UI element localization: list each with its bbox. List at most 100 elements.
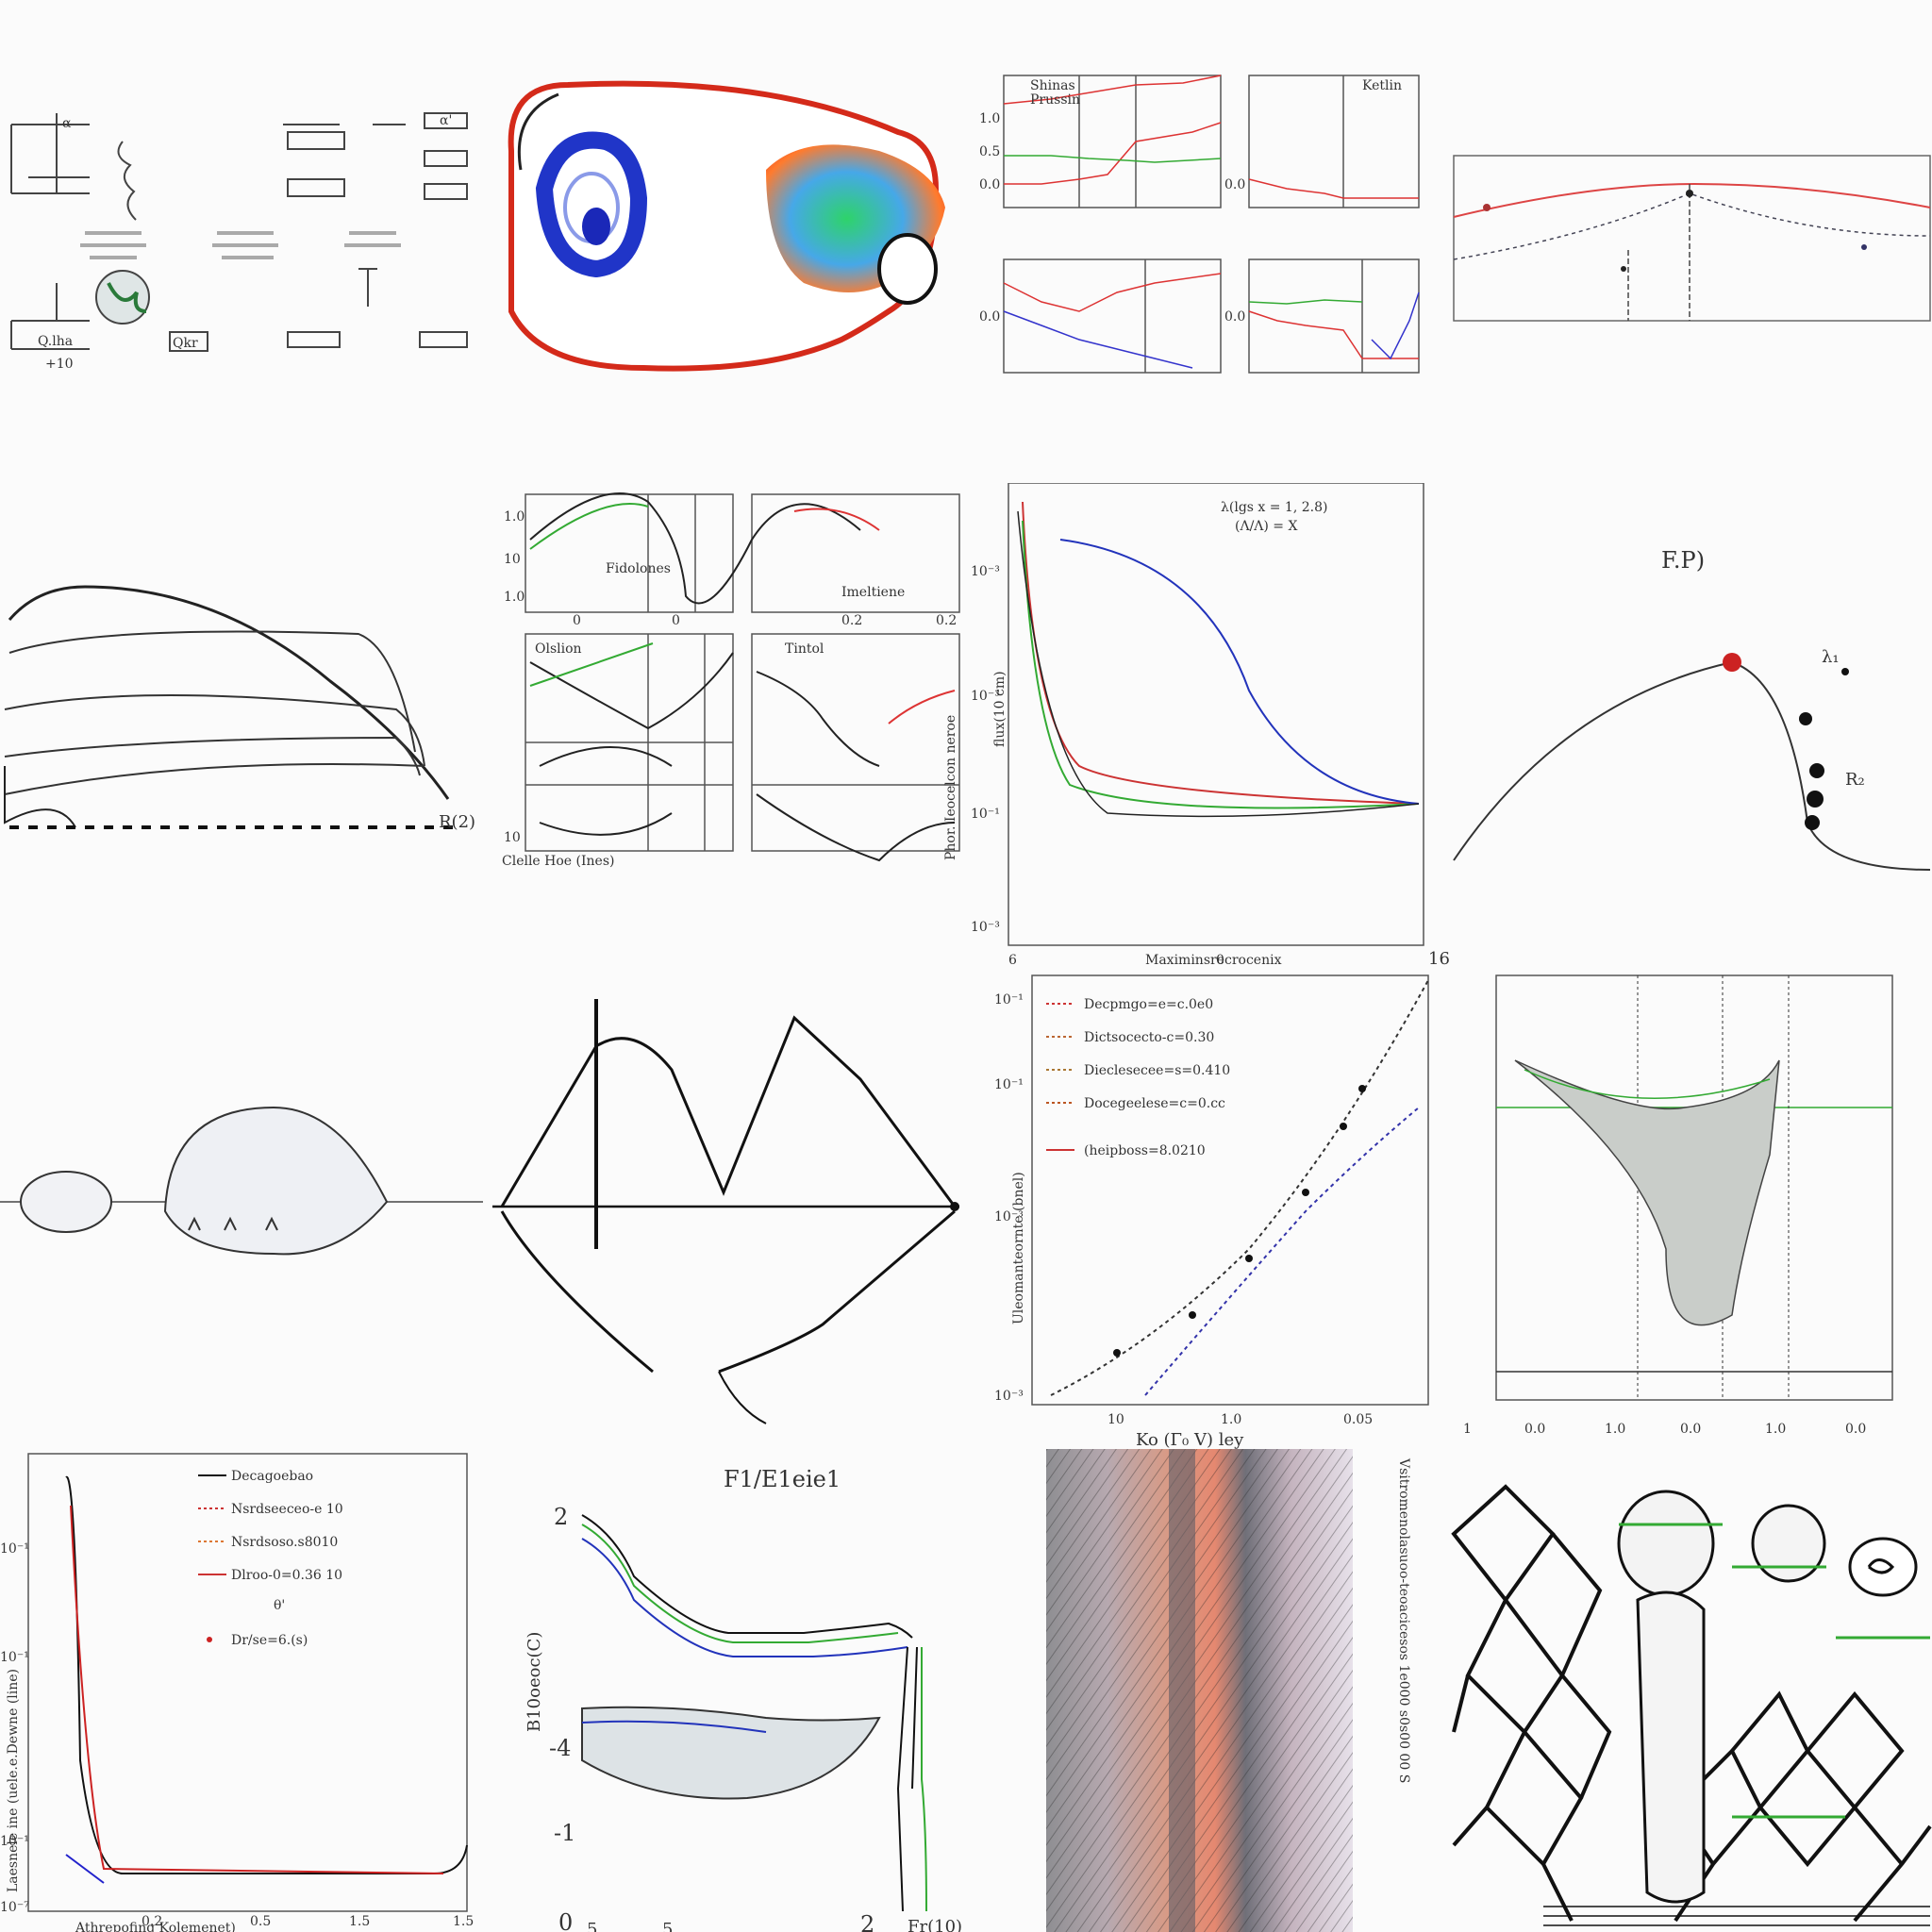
single-curve-panel-drawing [1453, 155, 1931, 322]
y-axis-label: Laesnele ine (uele.e.Dewne (line) [6, 1669, 21, 1892]
x-tick-3: 1.5 [349, 1914, 370, 1929]
axis-tick-5: 0.0 [979, 309, 1000, 325]
qkr-label: Qkr [173, 336, 198, 351]
colored-shape-tile [483, 0, 966, 483]
y-tick-2: -4 [549, 1735, 571, 1761]
legend-entry-5: (heipboss=8.0210 [1084, 1143, 1206, 1158]
panel-tick-3: 1.0 [504, 590, 525, 605]
x-axis-label: Ko (Γ₀ V) ley [1136, 1430, 1244, 1449]
x-tick-1: 5 [587, 1920, 597, 1932]
panel-tick-8: 10 [504, 830, 521, 845]
quad-curve-panels-tile: 1.0 10 1.0 0 0 0.2 0.2 10 Fidolones Imel… [483, 483, 966, 966]
legend-entry-3: Nsrdsoso.s8010 [231, 1535, 338, 1550]
image-mosaic: α α' Q.lha Qkr +10 Shinas Prussin Ketlin… [0, 0, 1932, 1932]
arc-label-2: R₂ [1845, 770, 1865, 790]
side-caption: Vsitromenolasuoo-teoacicesos 1e000 s0s00… [1396, 1457, 1411, 1783]
quad-curve-panels-drawing: 1.0 10 1.0 0 0 0.2 0.2 10 Fidolones Imel… [502, 492, 960, 869]
x-tick-1: 10 [1108, 1412, 1124, 1427]
panel-label-2: Imeltiene [841, 585, 905, 600]
y-tick-1: 10⁻¹ [994, 992, 1024, 1008]
x-tick-2: 0.5 [250, 1914, 271, 1929]
legend-entry-2: Dictsocecto-c=0.30 [1084, 1030, 1214, 1045]
y-axis-label: flux(10 cm) [992, 671, 1008, 747]
panel-label-1: Fidolones [606, 561, 671, 576]
log-decay-legend-plot-tile: Decagoebao Nsrdseeceo-e 10 Nsrdsoso.s801… [0, 1449, 483, 1932]
panel-tick-4: 0 [573, 613, 581, 628]
decay-log-plot-tile: λ(lgs x = 1, 2.8) (Λ/Λ) = X 10⁻³ 10⁻³ 10… [966, 483, 1449, 966]
band-curves-plot-drawing: F1/E1eie1 2 -4 -1 0 5 5 2 B10oeoc(C) Fr(… [525, 1466, 962, 1932]
x-tick-3: 2 [860, 1911, 874, 1932]
textured-image-drawing: Vsitromenolasuoo-teoacicesos 1e000 s0s00… [1046, 1449, 1411, 1932]
x-tick-3: 1.0 [1605, 1422, 1625, 1437]
decay-log-plot-drawing: λ(lgs x = 1, 2.8) (Λ/Λ) = X 10⁻³ 10⁻³ 10… [971, 483, 1449, 966]
x-tick-2: 5 [662, 1920, 673, 1932]
y-tick-3: 10⁻¹ [971, 807, 1000, 822]
panel-label-6: Phor. Ieocelcon neroe [943, 715, 958, 860]
outline-sketch-tile: R(2) [0, 483, 483, 966]
legend-entry-4: Docegeelese=c=0.cc [1084, 1096, 1225, 1111]
x-tick-1: 6 [1008, 953, 1017, 966]
legend-entry-1: Decagoebao [231, 1469, 313, 1484]
arc-with-points-tile: F.P) λ₁ R₂ [1449, 483, 1932, 966]
outline-sketch-drawing: R(2) [4, 585, 475, 832]
panel-tick-7: 0.2 [936, 613, 957, 628]
network-sketch-tile [1449, 1449, 1932, 1932]
y-tick-4: 10⁻³ [994, 1389, 1024, 1404]
blob-outline-drawing [0, 1106, 483, 1256]
sphere-icon [95, 270, 150, 325]
panel-label-3: Ketlin [1362, 78, 1402, 93]
legend-entry-6: Dr/se=6.(s) [231, 1633, 308, 1648]
y-tick-4: 10⁻⁷ [0, 1900, 29, 1915]
legend-entry-5: θ' [274, 1598, 285, 1613]
x-tick-6: 0.0 [1845, 1422, 1866, 1437]
multi-panel-traces-drawing: Shinas Prussin Ketlin 0.0 0.5 1.0 0.0 0.… [979, 75, 1420, 374]
panel-tick-5: 0 [672, 613, 680, 628]
panel-label-5: Clelle Hoe (Ines) [502, 854, 614, 869]
y-axis-label: Uleomanteornte (bnel) [1011, 1172, 1026, 1324]
panel-label-1: Shinas [1030, 78, 1075, 93]
schematic-blocks-tile: α α' Q.lha Qkr +10 [0, 0, 483, 483]
axis-tick-2: 0.5 [979, 144, 1000, 159]
zigzag-lines-drawing [492, 999, 959, 1424]
sketch-label: R(2) [439, 812, 475, 832]
plus-ten-label: +10 [45, 357, 74, 372]
panel-tick-1: 1.0 [504, 509, 525, 525]
network-sketch-drawing [1451, 1484, 1932, 1926]
schematic-blocks-drawing: α α' Q.lha Qkr +10 [10, 112, 468, 372]
x-tick-2: 1.0 [1221, 1412, 1241, 1427]
textured-image-tile: Vsitromenolasuoo-teoacicesos 1e000 s0s00… [966, 1449, 1449, 1932]
legend-entry-3: Dieclesecee=s=0.410 [1084, 1063, 1230, 1078]
single-curve-panel-tile [1449, 0, 1932, 483]
panel-tick-2: 10 [504, 552, 521, 567]
alpha-prime-label: α' [440, 113, 452, 128]
y-tick-1: 10⁻³ [971, 564, 1000, 579]
legend-entry-4: Dlroo-0=0.36 10 [231, 1568, 342, 1583]
x-tick-3: 16 [1428, 949, 1449, 966]
legend-entry-1: Decpmgo=e=c.0e0 [1084, 997, 1213, 1012]
plot-title: F1/E1eie1 [724, 1466, 841, 1492]
arc-with-points-drawing: F.P) λ₁ R₂ [1453, 547, 1931, 871]
axis-tick-4: 0.0 [1224, 177, 1245, 192]
panel-tick-6: 0.2 [841, 613, 862, 628]
arc-label-1: λ₁ [1822, 647, 1840, 667]
x-tick-4: 0.0 [1680, 1422, 1701, 1437]
y-tick-4: 0 [558, 1909, 573, 1932]
x-axis-label: Athrepofing Kolemenet) [75, 1921, 236, 1932]
x-axis-label: Fr(10) [908, 1917, 962, 1932]
alpha-label: α [62, 116, 72, 131]
annotation-line-1: λ(lgs x = 1, 2.8) [1221, 500, 1327, 515]
x-tick-3: 0.05 [1343, 1412, 1373, 1427]
y-tick-3: -1 [554, 1820, 575, 1846]
log-log-legend-plot-drawing: Decpmgo=e=c.0e0 Dictsocecto-c=0.30 Diecl… [994, 974, 1429, 1449]
panel-label-2: Prussin [1030, 92, 1080, 108]
band-curves-plot-tile: F1/E1eie1 2 -4 -1 0 5 5 2 B10oeoc(C) Fr(… [483, 1449, 966, 1932]
arc-title: F.P) [1661, 547, 1705, 574]
axis-tick-1: 0.0 [979, 177, 1000, 192]
log-decay-legend-plot-drawing: Decagoebao Nsrdseeceo-e 10 Nsrdsoso.s801… [0, 1453, 474, 1932]
y-tick-4: 10⁻³ [971, 920, 1000, 935]
axis-tick-6: 0.0 [1224, 309, 1245, 325]
panel-label-3: Olslion [535, 641, 582, 657]
y-tick-2: 10⁻¹ [994, 1077, 1024, 1092]
dense-vertical-plot-drawing: 1 0.0 1.0 0.0 1.0 0.0 [1463, 974, 1893, 1437]
blob-outline-tile [0, 966, 483, 1449]
